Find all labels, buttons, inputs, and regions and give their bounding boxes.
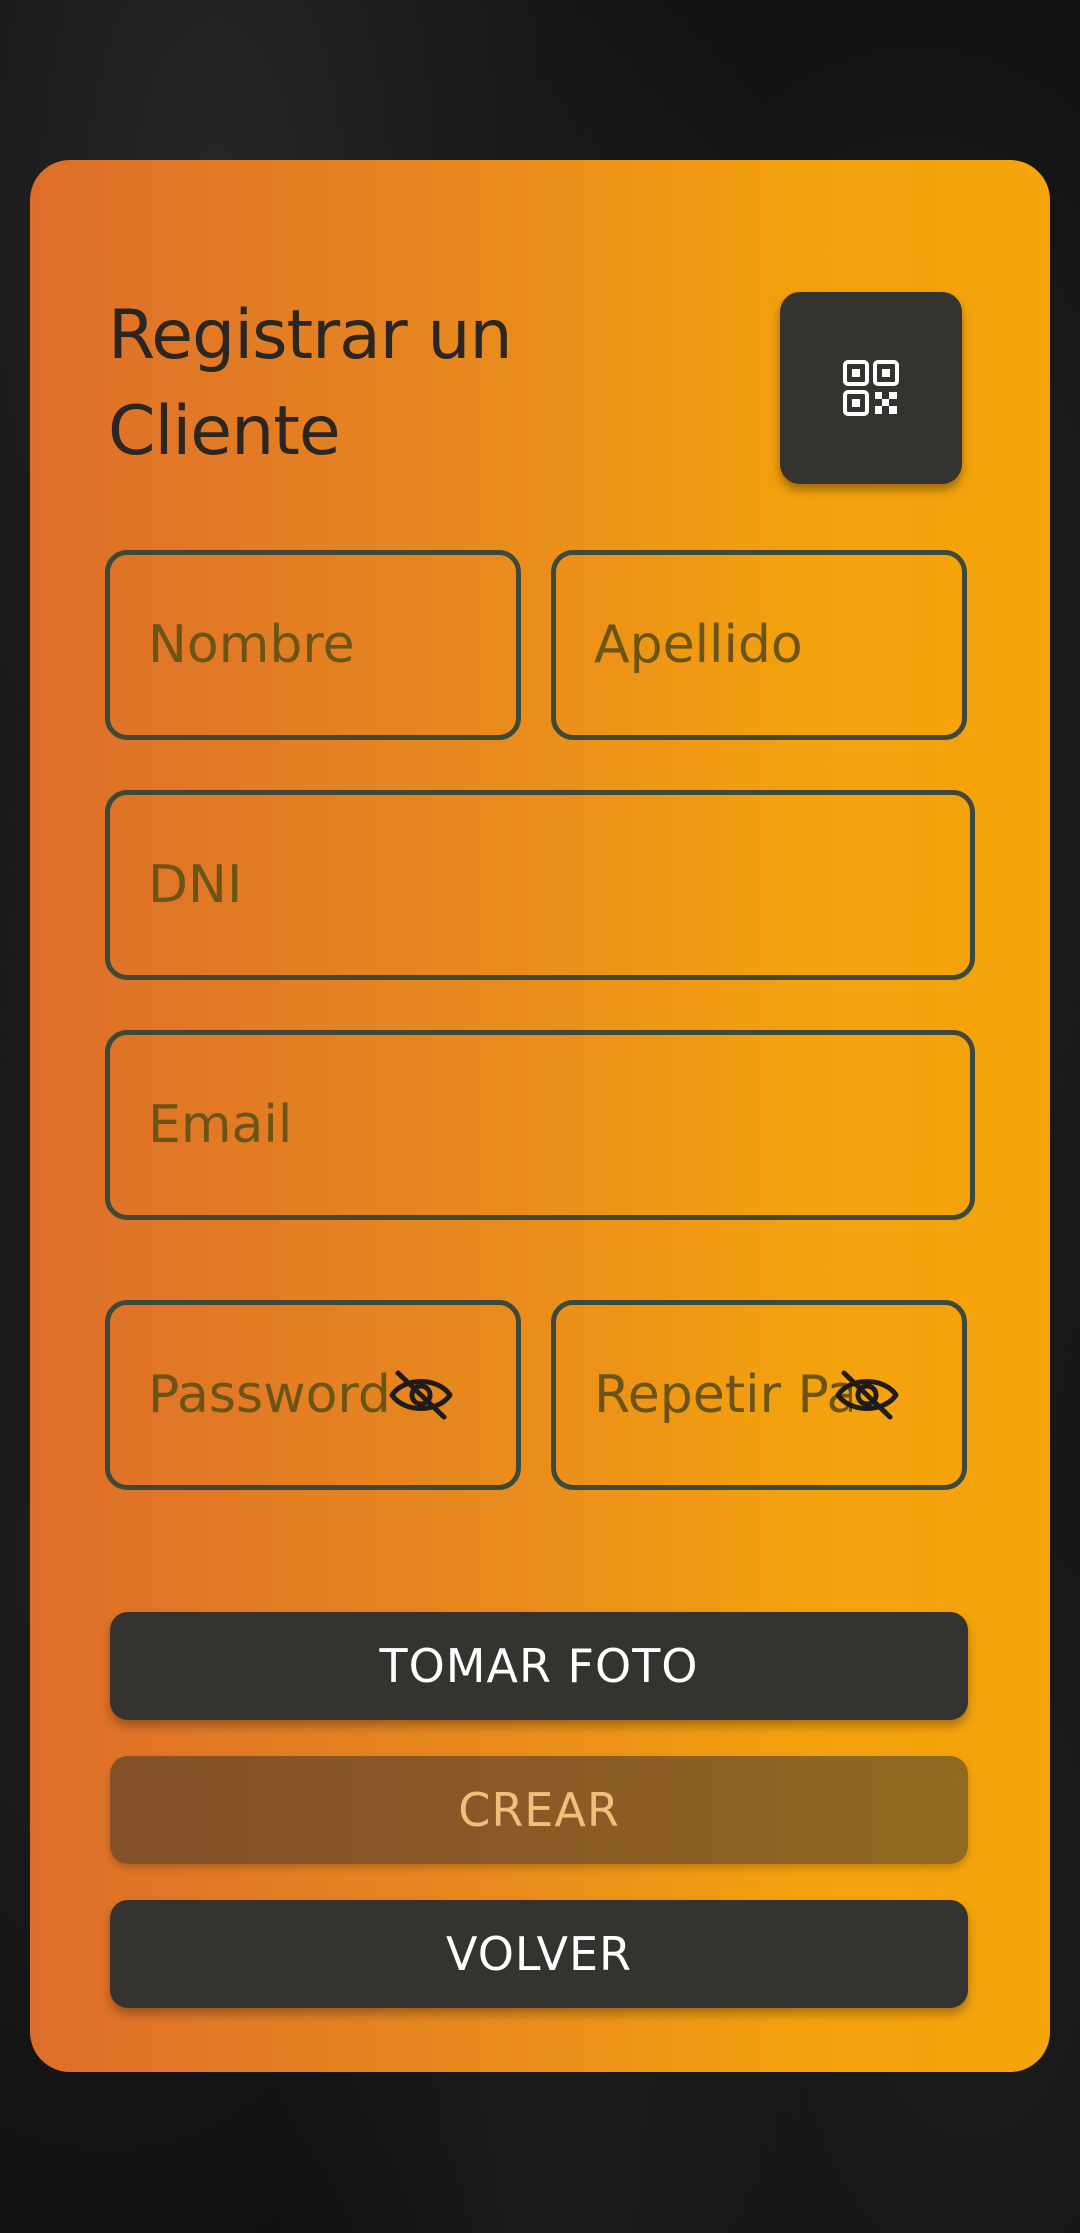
apellido-input[interactable]: [556, 555, 962, 735]
scan-qr-button[interactable]: [780, 292, 962, 484]
repeat-password-input[interactable]: [556, 1305, 962, 1485]
qr-code-icon: [843, 360, 899, 416]
page-title: Registrar un Cliente: [108, 296, 513, 471]
email-field: [105, 1030, 975, 1220]
eye-off-icon[interactable]: [388, 1369, 454, 1421]
password-input[interactable]: [110, 1305, 516, 1485]
nombre-input[interactable]: [110, 555, 516, 735]
password-field: [105, 1300, 521, 1490]
dni-input[interactable]: [110, 795, 970, 975]
apellido-field: [551, 550, 967, 740]
create-button[interactable]: CREAR: [110, 1756, 968, 1864]
repeat-password-field: [551, 1300, 967, 1490]
take-photo-button[interactable]: TOMAR FOTO: [110, 1612, 968, 1720]
register-card: Registrar un Cliente Nombre Apellido DNI…: [30, 160, 1050, 2072]
back-button[interactable]: VOLVER: [110, 1900, 968, 2008]
eye-off-icon[interactable]: [834, 1369, 900, 1421]
email-input[interactable]: [110, 1035, 970, 1215]
nombre-field: [105, 550, 521, 740]
dni-field: [105, 790, 975, 980]
